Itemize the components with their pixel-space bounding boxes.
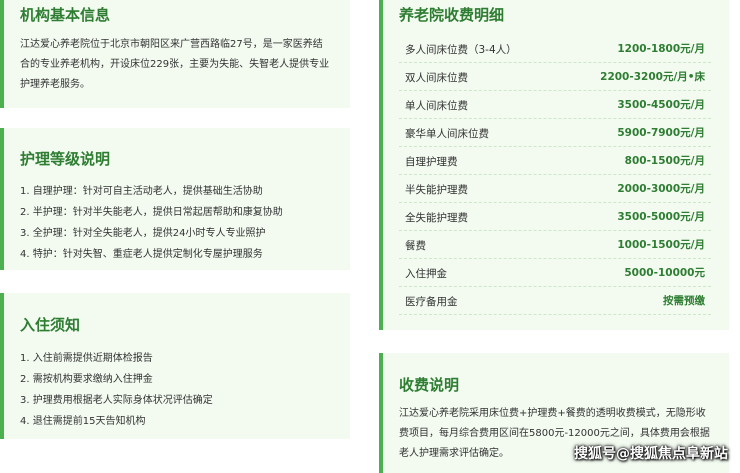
care-level-item: 3. 全护理：针对全失能老人，提供24小时专人专业照护: [20, 228, 266, 239]
admission-item: 3. 护理费用根据老人实际身体状况评估确定: [20, 395, 213, 406]
fee-value: 2200-3200元/月•床: [600, 71, 705, 83]
fee-row: 半失能护理费 2000-3000元/月: [399, 174, 711, 203]
fee-value: 2000-3000元/月: [617, 183, 705, 195]
fee-value: 3500-4500元/月: [617, 99, 705, 111]
basic-info-title: 机构基本信息: [20, 6, 111, 24]
fee-row: 餐费 1000-1500元/月: [399, 230, 711, 259]
basic-info-line: 江达爱心养老院位于北京市朝阳区来广营西路临27号，是一家医养结: [20, 39, 323, 50]
fee-label: 入住押金: [405, 268, 447, 280]
fee-label: 单人间床位费: [405, 100, 468, 112]
admission-title: 入住须知: [20, 316, 81, 334]
basic-info-text: 江达爱心养老院位于北京市朝阳区来广营西路临27号，是一家医养结 合的专业养老机构…: [20, 35, 345, 95]
admission-card: 入住须知 1. 入住前需提供近期体检报告 2. 需按机构要求缴纳入住押金 3. …: [0, 293, 350, 439]
fee-row: 医疗备用金 按需预缴: [399, 286, 711, 315]
fee-value: 5000-10000元: [624, 267, 705, 279]
source-watermark: 搜狐号@搜狐焦点阜新站: [574, 446, 728, 462]
fee-value: 800-1500元/月: [624, 155, 705, 167]
fee-row: 多人间床位费（3-4人） 1200-1800元/月: [399, 34, 711, 63]
fees-title: 养老院收费明细: [399, 6, 505, 24]
fee-notes-line: 费项目，每月综合费用区间在5800元-12000元之间，具体费用会根据: [399, 428, 710, 439]
fee-value: 3500-5000元/月: [617, 211, 705, 223]
fee-row: 豪华单人间床位费 5900-7900元/月: [399, 118, 711, 147]
fee-label: 医疗备用金: [405, 296, 458, 308]
fee-value: 1000-1500元/月: [617, 239, 705, 251]
fee-row: 双人间床位费 2200-3200元/月•床: [399, 62, 711, 91]
fee-label: 自理护理费: [405, 156, 458, 168]
care-level-item: 1. 自理护理：针对可自主活动老人，提供基础生活协助: [20, 186, 263, 197]
admission-item: 4. 退住需提前15天告知机构: [20, 416, 146, 427]
fee-label: 餐费: [405, 240, 426, 252]
care-levels-title: 护理等级说明: [20, 150, 111, 168]
fee-row: 单人间床位费 3500-4500元/月: [399, 90, 711, 119]
fee-row: 自理护理费 800-1500元/月: [399, 146, 711, 175]
fee-label: 半失能护理费: [405, 184, 468, 196]
basic-info-line: 合的专业养老机构，开设床位229张，主要为失能、失智老人提供专业: [20, 59, 330, 70]
fee-value: 按需预缴: [663, 295, 705, 307]
fee-value: 5900-7900元/月: [617, 127, 705, 139]
fee-value: 1200-1800元/月: [617, 43, 705, 55]
fee-label: 豪华单人间床位费: [405, 128, 489, 140]
admission-item: 2. 需按机构要求缴纳入住押金: [20, 374, 153, 385]
basic-info-card: 机构基本信息 江达爱心养老院位于北京市朝阳区来广营西路临27号，是一家医养结 合…: [0, 0, 350, 108]
admission-item: 1. 入住前需提供近期体检报告: [20, 353, 153, 364]
fees-card: 养老院收费明细 多人间床位费（3-4人） 1200-1800元/月 双人间床位费…: [379, 0, 729, 330]
care-level-item: 4. 特护：针对失智、重症老人提供定制化专屋护理服务: [20, 249, 263, 260]
care-level-item: 2. 半护理：针对半失能老人，提供日常起居帮助和康复协助: [20, 207, 283, 218]
fee-row: 入住押金 5000-10000元: [399, 258, 711, 287]
basic-info-line: 护理养老服务。: [20, 79, 90, 90]
fee-row: 全失能护理费 3500-5000元/月: [399, 202, 711, 231]
fee-notes-title: 收费说明: [399, 376, 460, 394]
fee-notes-line: 江达爱心养老院采用床位费+护理费+餐费的透明收费模式，无隐形收: [399, 408, 706, 419]
care-levels-card: 护理等级说明 1. 自理护理：针对可自主活动老人，提供基础生活协助 2. 半护理…: [0, 128, 350, 270]
fee-label: 多人间床位费（3-4人）: [405, 44, 517, 56]
fee-label: 双人间床位费: [405, 72, 468, 84]
fee-label: 全失能护理费: [405, 212, 468, 224]
